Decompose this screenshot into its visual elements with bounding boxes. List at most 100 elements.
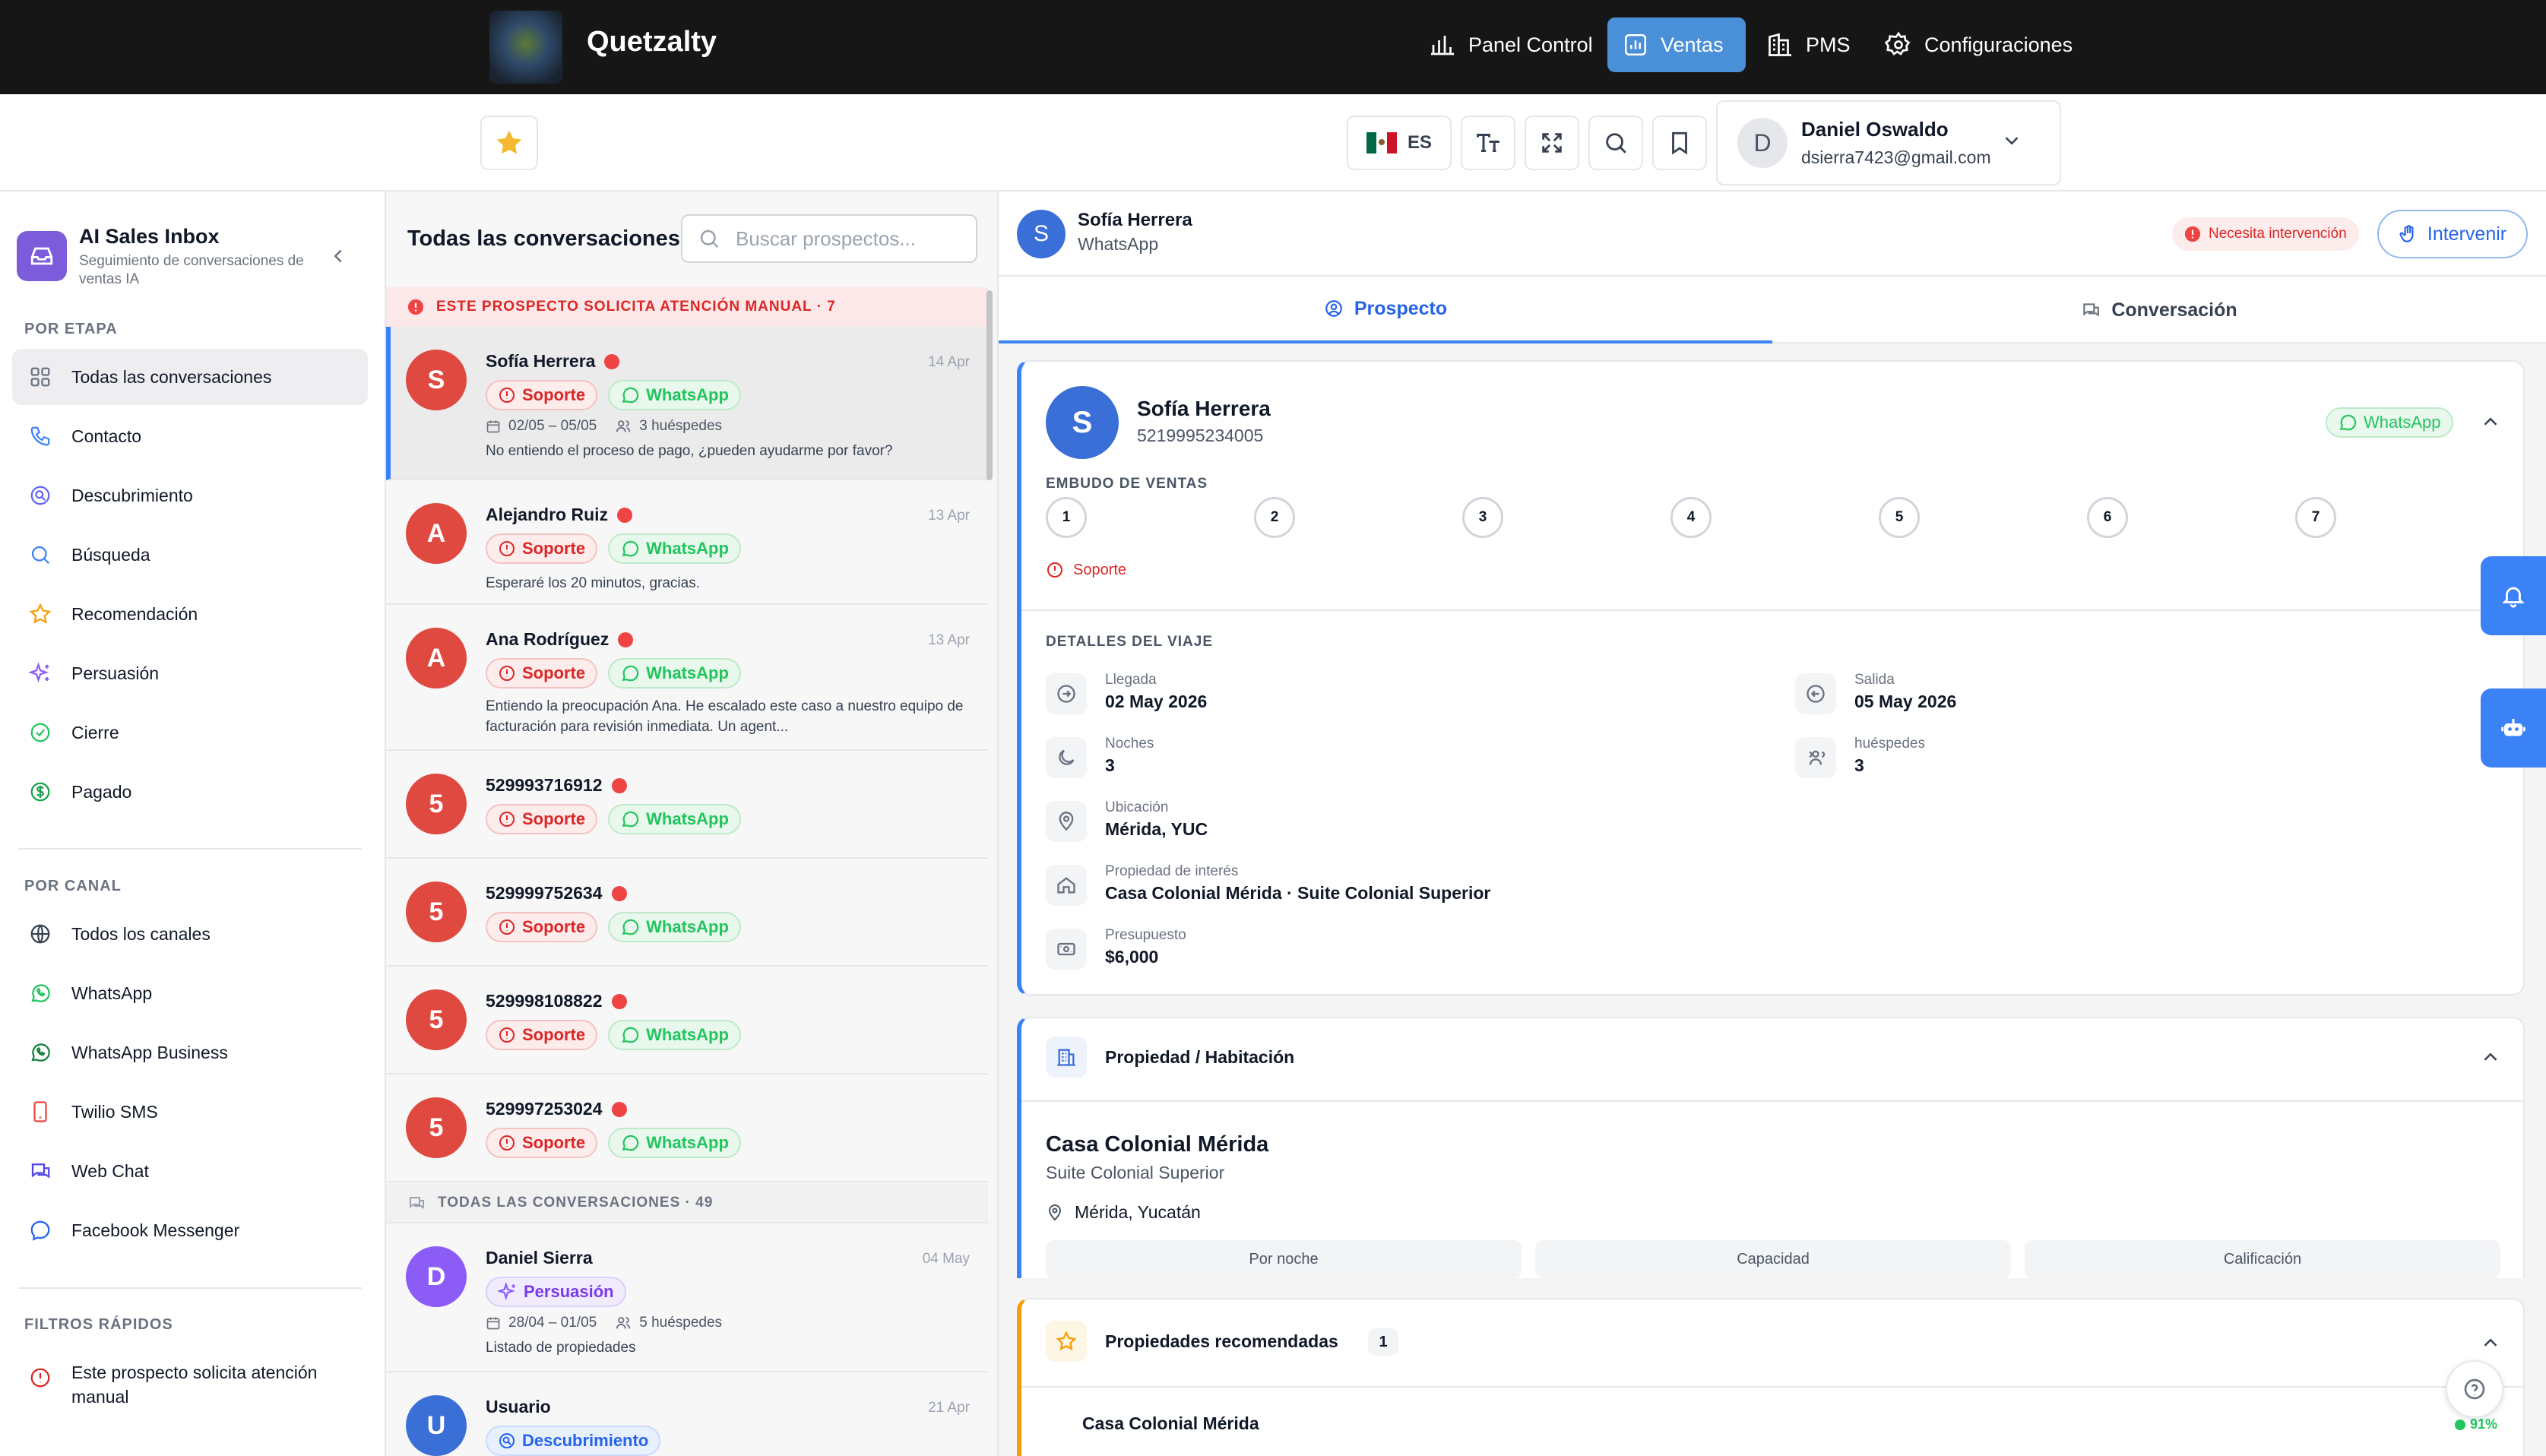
funnel-step[interactable]: 2 — [1254, 497, 1295, 538]
conversation-row[interactable]: A Ana Rodríguez 13 Apr Soporte WhatsApp … — [386, 605, 988, 751]
nav-configuraciones[interactable]: Configuraciones — [1870, 17, 2088, 72]
sidebar-item-contacto[interactable]: Contacto — [12, 408, 368, 464]
sidebar-item-todas[interactable]: Todas las conversaciones — [12, 349, 368, 405]
name-text: Alejandro Ruiz — [486, 505, 609, 524]
tab-conversacion[interactable]: Conversación — [1772, 277, 2546, 343]
conversation-row[interactable]: D Daniel Sierra 04 May Persuasión 28/04 … — [386, 1223, 988, 1372]
sidebar-item-descubrimiento[interactable]: Descubrimiento — [12, 467, 368, 524]
tab-prospecto[interactable]: Prospecto — [999, 277, 1772, 343]
avatar: A — [406, 503, 467, 564]
bookmark-button[interactable] — [1652, 116, 1707, 170]
nav-ventas[interactable]: Ventas — [1607, 17, 1746, 72]
conversation-row[interactable]: S Sofía Herrera 14 Apr Soporte WhatsApp … — [386, 327, 988, 480]
avatar: D — [406, 1246, 467, 1307]
departure-label: Salida — [1854, 672, 1895, 688]
message-snippet: Entiendo la preocupación Ana. He escalad… — [486, 698, 964, 735]
help-button[interactable] — [2446, 1360, 2503, 1418]
conversation-date: 21 Apr — [928, 1400, 970, 1416]
property-location: Mérida, Yucatán — [1046, 1202, 1201, 1223]
metric-capacidad: Capacidad — [1535, 1240, 2011, 1278]
conversation-row[interactable]: A Alejandro Ruiz 13 Apr Soporte WhatsApp… — [386, 480, 988, 605]
channel-badge: WhatsApp — [608, 912, 741, 942]
chevron-up-icon[interactable] — [2479, 410, 2502, 433]
guest-count: 3 huéspedes — [639, 418, 723, 434]
stage-section-header: POR ETAPA — [24, 321, 118, 337]
nav-pms[interactable]: PMS — [1751, 17, 1866, 72]
bookmark-icon — [1667, 130, 1693, 156]
sidebar-item-whatsapp[interactable]: WhatsApp — [12, 965, 368, 1021]
sidebar-item-cierre[interactable]: Cierre — [12, 704, 368, 761]
alert-circle-icon — [499, 1027, 515, 1043]
name-text: Ana Rodríguez — [486, 629, 610, 649]
badge-label: WhatsApp — [646, 809, 729, 828]
conversation-row[interactable]: 5 529999752634 Soporte WhatsApp — [386, 859, 988, 967]
whatsapp-icon — [622, 919, 639, 935]
conversation-row[interactable]: U Usuario 21 Apr Descubrimiento — [386, 1372, 988, 1456]
funnel-step[interactable]: 6 — [2087, 497, 2128, 538]
sidebar-item-busqueda[interactable]: Búsqueda — [12, 527, 368, 583]
fullscreen-button[interactable] — [1525, 116, 1579, 170]
brand-name: Quetzalty — [587, 26, 717, 58]
property-name: Casa Colonial Mérida — [1046, 1132, 1269, 1157]
trip-details-label: DETALLES DEL VIAJE — [1046, 634, 1213, 650]
inbox-icon — [17, 231, 67, 281]
prospect-channel: WhatsApp — [1078, 234, 1159, 254]
sidebar-item-facebook-messenger[interactable]: Facebook Messenger — [12, 1202, 368, 1258]
user-name: Daniel Oswaldo — [1801, 118, 1949, 141]
toolbar: ES D Daniel Oswaldo dsierra7423@gmail.co… — [0, 94, 2546, 191]
funnel-step[interactable]: 1 — [1046, 497, 1087, 538]
sidebar-item-todos-canales[interactable]: Todos los canales — [12, 906, 368, 962]
funnel-step[interactable]: 4 — [1670, 497, 1712, 538]
sidebar-item-whatsapp-business[interactable]: WhatsApp Business — [12, 1024, 368, 1081]
sidebar-title: AI Sales Inbox — [79, 225, 220, 248]
conversation-row[interactable]: 5 529998108822 Soporte WhatsApp — [386, 967, 988, 1075]
search-input[interactable]: Buscar prospectos... — [681, 214, 977, 263]
nav-panel-control[interactable]: Panel Control — [1414, 17, 1608, 72]
alert-circle-icon — [1047, 562, 1062, 578]
conversation-row[interactable]: 5 529993716912 Soporte WhatsApp — [386, 751, 988, 859]
chevron-up-icon[interactable] — [2479, 1331, 2502, 1354]
funnel-step[interactable]: 5 — [1879, 497, 1920, 538]
quick-filter-manual-attention[interactable]: Este prospecto solicita atención manual — [12, 1354, 368, 1415]
check-circle-icon — [29, 721, 52, 744]
sidebar-item-web-chat[interactable]: Web Chat — [12, 1143, 368, 1199]
language-selector[interactable]: ES — [1347, 116, 1452, 170]
user-menu[interactable]: D Daniel Oswaldo dsierra7423@gmail.com — [1716, 100, 2061, 185]
nav-label: Panel Control — [1468, 33, 1593, 56]
sidebar-item-recomendacion[interactable]: Recomendación — [12, 586, 368, 642]
collapse-sidebar-icon[interactable] — [327, 245, 350, 267]
intervene-button[interactable]: Intervenir — [2377, 210, 2528, 258]
notifications-button[interactable] — [2481, 556, 2546, 635]
trip-meta: 28/04 – 01/05 5 huéspedes — [486, 1315, 722, 1331]
avatar: A — [406, 628, 467, 688]
user-email: dsierra7423@gmail.com — [1801, 147, 1991, 167]
channel-badge: WhatsApp — [608, 1128, 741, 1158]
conversation-name: 529993716912 — [486, 775, 627, 796]
name-text: Usuario — [486, 1397, 551, 1416]
quetzal-logo[interactable] — [489, 11, 562, 84]
favorite-button[interactable] — [480, 116, 538, 170]
recommended-property-name[interactable]: Casa Colonial Mérida — [1082, 1413, 1259, 1434]
sidebar-item-persuasion[interactable]: Persuasión — [12, 645, 368, 701]
search-icon — [29, 543, 52, 566]
chevron-down-icon — [2000, 129, 2023, 152]
search-button[interactable] — [1588, 116, 1643, 170]
funnel-step[interactable]: 7 — [2295, 497, 2336, 538]
font-size-button[interactable] — [1461, 116, 1515, 170]
scrollbar-thumb[interactable] — [986, 290, 993, 480]
sidebar-item-twilio-sms[interactable]: Twilio SMS — [12, 1084, 368, 1140]
funnel-step[interactable]: 3 — [1462, 497, 1503, 538]
alert-dot — [611, 1101, 627, 1117]
chat-icon — [407, 1194, 426, 1212]
chevron-up-icon[interactable] — [2479, 1046, 2502, 1068]
conversation-row[interactable]: 5 529997253024 Soporte WhatsApp — [386, 1075, 988, 1182]
prospect-phone: 5219995234005 — [1137, 426, 1264, 445]
badge-label: Soporte — [522, 1133, 586, 1152]
button-label: Intervenir — [2427, 223, 2507, 245]
ai-assistant-button[interactable] — [2481, 688, 2546, 768]
sidebar-item-pagado[interactable]: Pagado — [12, 764, 368, 820]
location-label: Ubicación — [1105, 799, 1169, 815]
badge-label: Soporte — [522, 917, 586, 936]
tab-label: Conversación — [2111, 299, 2237, 321]
departure-icon — [1795, 673, 1836, 714]
